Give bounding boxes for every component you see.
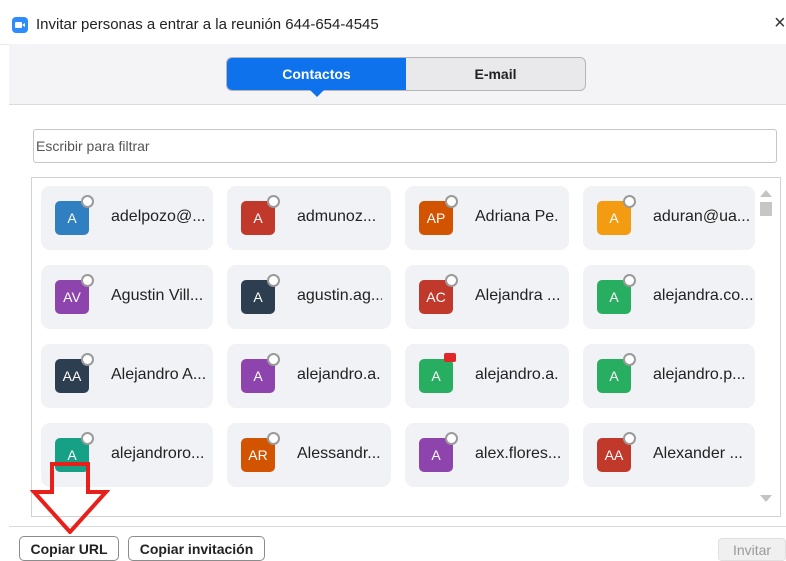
copy-invitation-button[interactable]: Copiar invitación [128, 536, 265, 561]
contact-card[interactable]: AV Agustin Vill... [41, 265, 213, 329]
offline-status-icon [81, 195, 94, 208]
video-status-icon [444, 353, 456, 362]
window-title: Invitar personas a entrar a la reunión 6… [36, 16, 379, 33]
contact-name: alejandroro... [111, 445, 205, 462]
contacts-grid: Aadelpozo@... Aadmunoz... AP Adriana Pe... A… [41, 186, 755, 487]
contact-name: aduran@ua... [653, 208, 751, 225]
contact-name: Alejandra ... [475, 287, 560, 304]
offline-status-icon [445, 195, 458, 208]
offline-status-icon [81, 274, 94, 287]
contacts-panel: Aadelpozo@... Aadmunoz... AP Adriana Pe... A… [31, 177, 781, 517]
offline-status-icon [623, 195, 636, 208]
invite-button[interactable]: Invitar [718, 538, 786, 561]
contact-name: alejandra.co... [653, 287, 753, 304]
contact-card[interactable]: Aagustin.ag... [227, 265, 391, 329]
close-icon[interactable]: × [774, 12, 786, 34]
contact-card[interactable]: AA Alejandro A... [41, 344, 213, 408]
contact-card[interactable]: Aadmunoz... [227, 186, 391, 250]
contact-name: Alexander ... [653, 445, 743, 462]
offline-status-icon [623, 353, 636, 366]
offline-status-icon [445, 432, 458, 445]
contact-name: Alejandro A... [111, 366, 207, 383]
red-arrow-annotation-icon [30, 462, 110, 534]
scroll-thumb[interactable] [760, 202, 772, 216]
offline-status-icon [267, 195, 280, 208]
offline-status-icon [623, 432, 636, 445]
scrollbar[interactable] [760, 188, 772, 506]
offline-status-icon [267, 353, 280, 366]
contact-card[interactable]: AP Adriana Pe... [405, 186, 569, 250]
contact-name: Adriana Pe... [475, 208, 560, 225]
contact-name: admunoz... [297, 208, 377, 225]
offline-status-icon [267, 274, 280, 287]
contact-name: agustin.ag... [297, 287, 382, 304]
contact-name: alejandro.a... [297, 366, 382, 383]
contact-card[interactable]: Aaduran@ua... [583, 186, 755, 250]
offline-status-icon [445, 274, 458, 287]
contact-card[interactable]: Aalejandro.a... [405, 344, 569, 408]
contact-card[interactable]: Aalejandra.co... [583, 265, 755, 329]
title-bar: Invitar personas a entrar a la reunión 6… [0, 0, 786, 45]
filter-input[interactable] [33, 129, 777, 163]
tab-switcher: Contactos E-mail [226, 57, 586, 97]
footer-divider [9, 526, 786, 527]
contact-name: Agustin Vill... [111, 287, 204, 304]
offline-status-icon [81, 432, 94, 445]
contact-card[interactable]: Aalejandro.a... [227, 344, 391, 408]
tab-email[interactable]: E-mail [406, 58, 585, 90]
contact-name: alejandro.p... [653, 366, 746, 383]
copy-url-button[interactable]: Copiar URL [19, 536, 119, 561]
contact-card[interactable]: AA Alexander ... [583, 423, 755, 487]
contact-card[interactable]: AR Alessandr... [227, 423, 391, 487]
offline-status-icon [267, 432, 280, 445]
scroll-up-arrow-icon[interactable] [760, 190, 772, 197]
offline-status-icon [81, 353, 94, 366]
contact-name: alejandro.a... [475, 366, 560, 383]
avatar: A [419, 359, 453, 393]
contact-card[interactable]: AC Alejandra ... [405, 265, 569, 329]
contact-card[interactable]: Aadelpozo@... [41, 186, 213, 250]
tab-contactos[interactable]: Contactos [227, 58, 406, 97]
contact-card[interactable]: Aalejandro.p... [583, 344, 755, 408]
contact-name: adelpozo@... [111, 208, 206, 225]
scroll-down-arrow-icon[interactable] [760, 495, 772, 502]
zoom-app-icon [12, 17, 28, 33]
offline-status-icon [623, 274, 636, 287]
contact-name: alex.flores... [475, 445, 560, 462]
contact-card[interactable]: Aalex.flores... [405, 423, 569, 487]
contact-name: Alessandr... [297, 445, 381, 462]
